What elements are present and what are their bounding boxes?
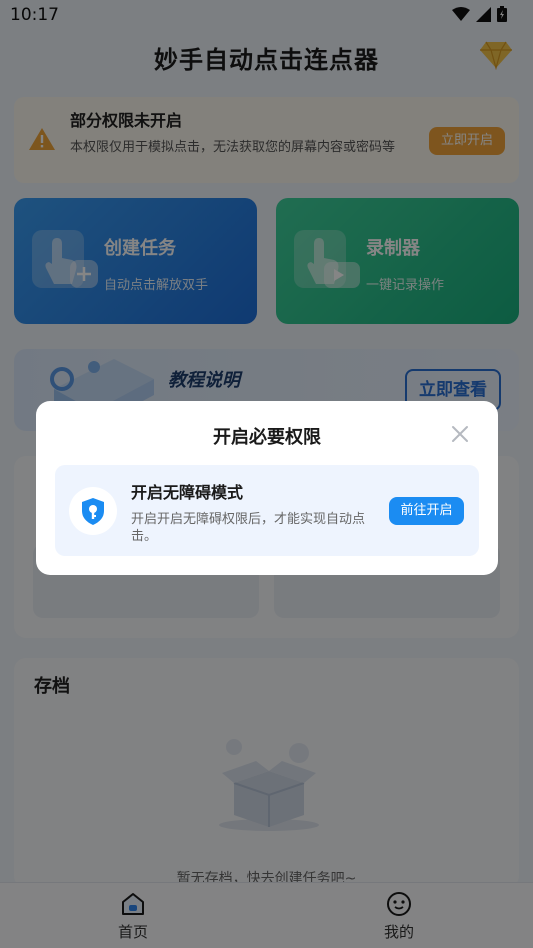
permission-item-title: 开启无障碍模式 (131, 483, 244, 502)
dialog-title: 开启必要权限 (213, 427, 321, 448)
shield-key-icon (82, 498, 104, 525)
shield-container (69, 487, 117, 535)
permission-dialog: 开启必要权限 开启无障碍模式 开启开启无障碍权限后，才能实现自动点击。 前往开启 (36, 401, 498, 575)
close-icon[interactable] (449, 423, 471, 445)
permission-item-description: 开启开启无障碍权限后，才能实现自动点击。 (131, 512, 366, 544)
accessibility-permission-item: 开启无障碍模式 开启开启无障碍权限后，才能实现自动点击。 前往开启 (55, 465, 479, 556)
go-enable-button[interactable]: 前往开启 (389, 497, 464, 525)
